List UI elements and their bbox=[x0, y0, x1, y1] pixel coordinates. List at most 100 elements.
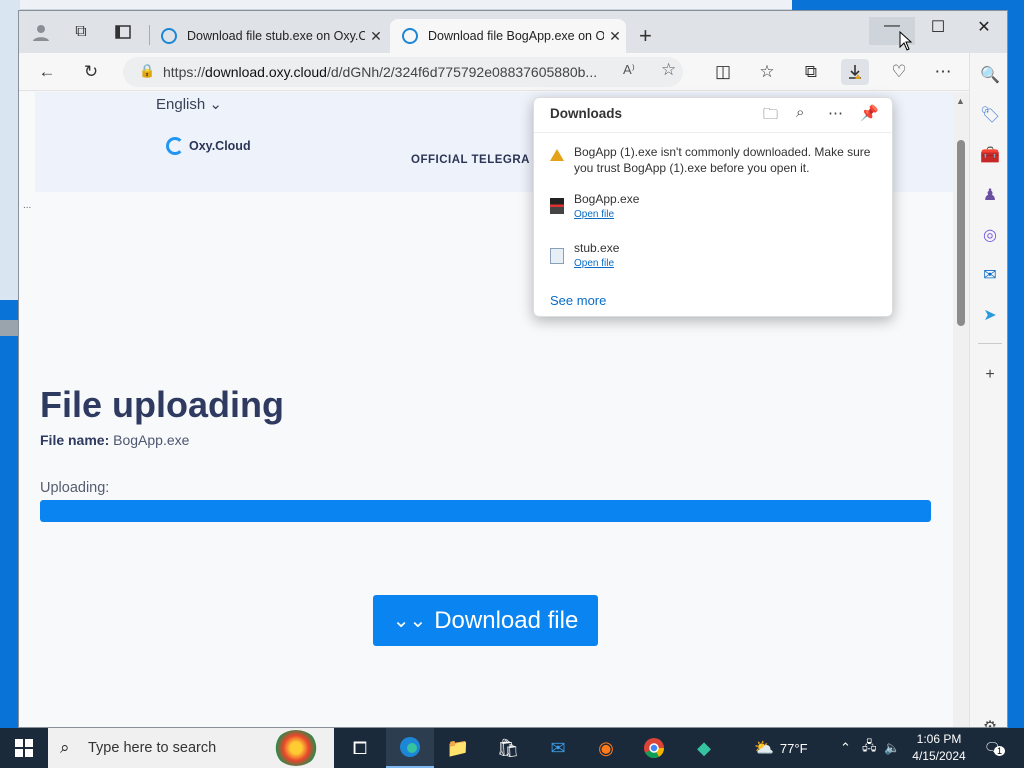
show-hidden-icons[interactable]: ⌃ bbox=[840, 728, 851, 768]
stub-file-icon bbox=[550, 248, 564, 264]
app-icon[interactable]: ◆ bbox=[680, 728, 728, 768]
volume-icon[interactable]: 🔈 bbox=[884, 728, 900, 768]
collections-icon[interactable]: ⧉ bbox=[797, 59, 825, 85]
chrome-icon[interactable] bbox=[630, 728, 678, 768]
site-logo[interactable]: Oxy.Cloud bbox=[166, 137, 251, 155]
background-window-edge bbox=[20, 0, 792, 10]
mouse-cursor-icon bbox=[899, 31, 913, 51]
download-button-label: Download file bbox=[434, 606, 579, 634]
lock-icon: 🔒 bbox=[139, 63, 156, 78]
language-label: English bbox=[156, 96, 206, 113]
workspaces-icon[interactable]: ⧉ bbox=[69, 20, 93, 44]
page-scrollbar[interactable]: ▲ bbox=[953, 92, 969, 727]
scroll-up-arrow-icon[interactable]: ▲ bbox=[956, 96, 965, 106]
shopping-tag-icon[interactable]: 🏷 bbox=[978, 103, 1002, 127]
download-item-name[interactable]: stub.exe bbox=[574, 241, 619, 255]
close-tab-icon[interactable]: ✕ bbox=[604, 28, 626, 45]
microsoft-store-icon[interactable]: 🛍 bbox=[484, 728, 532, 768]
chevron-down-icon: ⌄ bbox=[209, 96, 222, 113]
mail-icon[interactable]: ✉ bbox=[534, 728, 582, 768]
open-file-link[interactable]: Open file bbox=[574, 209, 614, 220]
oxycloud-favicon-icon bbox=[161, 28, 177, 44]
scrollbar-thumb[interactable] bbox=[957, 140, 965, 326]
notification-badge: 1 bbox=[994, 746, 1006, 756]
tab-stub-download[interactable]: Download file stub.exe on Oxy.Cl ✕ bbox=[149, 19, 387, 53]
uploading-label: Uploading: bbox=[40, 480, 110, 496]
url-scheme: https:// bbox=[163, 64, 206, 80]
firefox-icon[interactable]: ◉ bbox=[582, 728, 630, 768]
warning-icon bbox=[550, 149, 564, 161]
browser-essentials-icon[interactable]: ♡ bbox=[885, 59, 913, 85]
notification-center-icon[interactable]: 🗨 1 bbox=[984, 728, 1006, 768]
logo-text: Oxy.Cloud bbox=[189, 139, 251, 153]
settings-more-icon[interactable]: ⋯ bbox=[929, 59, 957, 85]
edge-sidebar: 🔍 🏷 🧰 ♟ ◎ ✉ ➤ + ⚙ bbox=[969, 53, 1007, 727]
close-window-button[interactable]: ✕ bbox=[961, 17, 1007, 37]
add-icon[interactable]: + bbox=[978, 363, 1002, 387]
open-file-link[interactable]: Open file bbox=[574, 258, 614, 269]
refresh-button[interactable]: ↻ bbox=[77, 59, 105, 85]
search-highlight-icon bbox=[274, 730, 318, 766]
send-icon[interactable]: ➤ bbox=[978, 303, 1002, 327]
see-more-link[interactable]: See more bbox=[550, 293, 606, 308]
new-tab-button[interactable]: + bbox=[639, 23, 652, 49]
read-aloud-icon[interactable]: A⁾ bbox=[623, 62, 635, 78]
outlook-icon[interactable]: ✉ bbox=[978, 263, 1002, 287]
address-bar[interactable]: 🔒 https://download.oxy.cloud/d/dGNh/2/32… bbox=[123, 57, 683, 87]
split-screen-icon[interactable]: ◫ bbox=[709, 59, 737, 85]
oxycloud-logo-icon bbox=[166, 137, 184, 155]
file-explorer-icon[interactable]: 📁 bbox=[434, 728, 482, 768]
downloads-title: Downloads bbox=[550, 106, 623, 121]
download-warning-text: BogApp (1).exe isn't commonly downloaded… bbox=[574, 145, 871, 175]
desktop-left-edge bbox=[0, 0, 20, 728]
official-telegram-link[interactable]: OFFICIAL TELEGRA bbox=[411, 154, 530, 166]
weather-widget[interactable]: ⛅ 77°F bbox=[754, 728, 808, 768]
url-host: download.oxy.cloud bbox=[205, 64, 327, 80]
task-view-icon[interactable]: ⧠ bbox=[336, 728, 384, 768]
clock-time: 1:06 PM bbox=[916, 732, 962, 746]
tab-title: Download file stub.exe on Oxy.Cl bbox=[187, 29, 365, 43]
maximize-button[interactable]: ☐ bbox=[915, 17, 961, 37]
close-tab-icon[interactable]: ✕ bbox=[365, 28, 387, 45]
edge-taskbar-icon[interactable] bbox=[386, 728, 434, 768]
system-clock[interactable]: 1:06 PM 4/15/2024 bbox=[908, 731, 970, 765]
start-button[interactable] bbox=[0, 728, 48, 768]
favorites-icon[interactable]: ☆ bbox=[753, 59, 781, 85]
taskbar-search-box[interactable]: ⌕ Type here to search bbox=[48, 728, 334, 768]
downloads-flyout: Downloads 🗀 ⌕ ⋯ 📌 BogApp (1).exe isn't c… bbox=[533, 97, 893, 317]
weather-sun-icon: ⛅ bbox=[754, 740, 774, 757]
sidebar-settings-icon[interactable]: ⚙ bbox=[978, 715, 1002, 727]
clock-date: 4/15/2024 bbox=[912, 749, 966, 763]
file-name-label: File name: bbox=[40, 432, 110, 448]
search-downloads-icon[interactable]: ⌕ bbox=[796, 104, 804, 121]
oxycloud-favicon-icon bbox=[402, 28, 418, 44]
file-name-row: File name: BogApp.exe bbox=[40, 432, 189, 448]
back-button[interactable]: ← bbox=[33, 59, 61, 85]
tools-icon[interactable]: 🧰 bbox=[978, 143, 1002, 167]
open-folder-icon[interactable]: 🗀 bbox=[763, 104, 778, 129]
tab-strip: ⧉ Download file stub.exe on Oxy.Cl ✕ Dow… bbox=[19, 11, 1007, 53]
page-title: File uploading bbox=[40, 384, 284, 425]
upload-progress-bar bbox=[40, 500, 931, 522]
profile-icon[interactable] bbox=[29, 20, 53, 44]
more-options-icon[interactable]: ⋯ bbox=[828, 104, 843, 122]
network-icon[interactable]: 🖧 bbox=[862, 728, 877, 768]
search-icon[interactable]: 🔍 bbox=[978, 63, 1002, 87]
double-chevron-down-icon: ⌄⌄ bbox=[392, 610, 427, 632]
download-item-name[interactable]: BogApp.exe bbox=[574, 192, 639, 206]
url-path: /d/dGNh/2/324f6d775792e08837605880b... bbox=[326, 64, 598, 80]
downloads-button[interactable] bbox=[841, 59, 869, 85]
taskbar: ⌕ Type here to search ⧠ 📁 🛍 ✉ ◉ ◆ ⛅ 77°F… bbox=[0, 728, 1024, 768]
download-file-button[interactable]: ⌄⌄ Download file bbox=[373, 595, 598, 646]
games-icon[interactable]: ♟ bbox=[978, 183, 1002, 207]
search-placeholder: Type here to search bbox=[88, 740, 217, 756]
pin-icon[interactable]: 📌 bbox=[860, 104, 879, 122]
windows-logo-icon bbox=[15, 739, 33, 757]
browser-window: ⧉ Download file stub.exe on Oxy.Cl ✕ Dow… bbox=[18, 10, 1008, 728]
desktop-right-edge bbox=[1006, 0, 1024, 728]
favorite-star-icon[interactable]: ☆ bbox=[661, 60, 676, 80]
language-selector[interactable]: English ⌄ bbox=[156, 95, 222, 113]
tab-bogapp-download[interactable]: Download file BogApp.exe on Ox ✕ bbox=[390, 19, 626, 53]
microsoft-365-icon[interactable]: ◎ bbox=[978, 223, 1002, 247]
vertical-tabs-icon[interactable] bbox=[111, 20, 135, 44]
